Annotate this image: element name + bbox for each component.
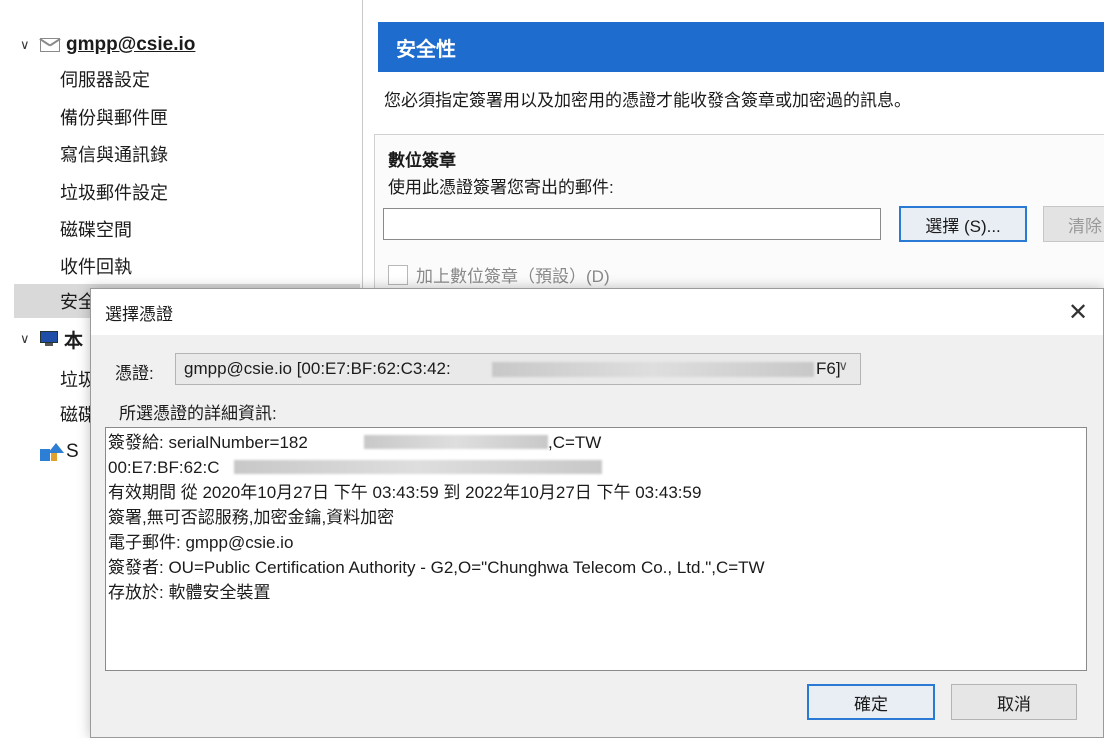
monitor-icon [40,331,58,347]
envelope-icon [40,38,60,52]
local-folders-row[interactable]: ∨ 本 [20,324,83,354]
chevron-down-icon[interactable]: ∨ [20,331,36,347]
account-name[interactable]: gmpp@csie.io [66,34,195,56]
security-header: 安全性 [378,22,1104,72]
tree-item-junk-settings[interactable]: 垃圾郵件設定 [60,175,168,209]
add-signature-label: 加上數位簽章（預設）(D) [416,267,610,286]
dialog-titlebar: 選擇憑證 ✕ [91,289,1103,335]
clear-cert-button[interactable]: 清除 [1043,206,1104,242]
redacted-serial [364,435,548,449]
details-label: 所選憑證的詳細資訊: [119,404,277,423]
outgoing-server-icon [40,443,64,461]
redacted-fingerprint [492,362,814,377]
details-validity: 有效期間 從 2020年10月27日 下午 03:43:59 到 2022年10… [108,483,702,502]
details-issuer: 簽發者: OU=Public Certification Authority -… [108,558,765,577]
tree-item-server-settings[interactable]: 伺服器設定 [60,62,150,96]
cancel-button[interactable]: 取消 [951,684,1077,720]
tree-item-disk-space[interactable]: 磁碟空間 [60,212,132,246]
digital-signature-title: 數位簽章 [388,151,456,170]
outgoing-server-row[interactable]: S [40,437,79,467]
tree-item-composition[interactable]: 寫信與通訊錄 [60,137,168,171]
outgoing-server-label: S [66,441,79,462]
fingerprint-text: 00:E7:BF:62:C [108,458,220,477]
tree-item-return-receipts[interactable]: 收件回執 [60,249,132,283]
certificate-details[interactable]: 簽發給: serialNumber=182 ,C=TW 00:E7:BF:62:C… [105,427,1087,671]
add-signature-checkbox[interactable]: 加上數位簽章（預設）(D) [388,262,610,287]
signing-cert-field[interactable] [383,208,881,240]
select-certificate-dialog: 選擇憑證 ✕ 憑證: gmpp@csie.io [00:E7:BF:62:C3:… [90,288,1104,738]
certificate-value-end: F6] [816,359,841,378]
close-icon[interactable]: ✕ [1063,297,1093,327]
details-usage: 簽署,無可否認服務,加密金鑰,資料加密 [108,508,395,527]
checkbox-box[interactable] [388,264,408,285]
details-fingerprint: 00:E7:BF:62:C [108,455,1086,480]
details-stored-in: 存放於: 軟體安全裝置 [108,583,271,602]
select-cert-button[interactable]: 選擇 (S)... [899,206,1027,242]
chevron-down-icon[interactable]: ∨ [20,37,36,53]
details-email: 電子郵件: gmpp@csie.io [108,533,294,552]
ok-button[interactable]: 確定 [807,684,935,720]
tree-item-copies-folders[interactable]: 備份與郵件匣 [60,100,168,134]
local-folders-label: 本 [64,330,84,352]
security-description: 您必須指定簽署用以及加密用的憑證才能收發含簽章或加密過的訊息。 [384,91,911,110]
details-issued-to: 簽發給: serialNumber=182 ,C=TW [108,430,1086,455]
account-row[interactable]: ∨ gmpp@csie.io [20,30,195,60]
dialog-title: 選擇憑證 [105,304,173,324]
chevron-down-icon[interactable]: ∨ [838,358,848,374]
thunderbird-account-settings: ∨ gmpp@csie.io 伺服器設定 備份與郵件匣 寫信與通訊錄 垃圾郵件設… [0,0,1104,738]
certificate-value: gmpp@csie.io [00:E7:BF:62:C3:42: [184,359,451,378]
certificate-label: 憑證: [115,364,154,383]
redacted-fingerprint-2 [234,460,602,474]
certificate-dropdown[interactable]: gmpp@csie.io [00:E7:BF:62:C3:42: F6] ∨ [175,353,861,385]
issued-to-country: ,C=TW [548,433,602,452]
digital-signature-subtitle: 使用此憑證簽署您寄出的郵件: [388,178,614,197]
issued-to-text: 簽發給: serialNumber=182 [108,433,308,452]
